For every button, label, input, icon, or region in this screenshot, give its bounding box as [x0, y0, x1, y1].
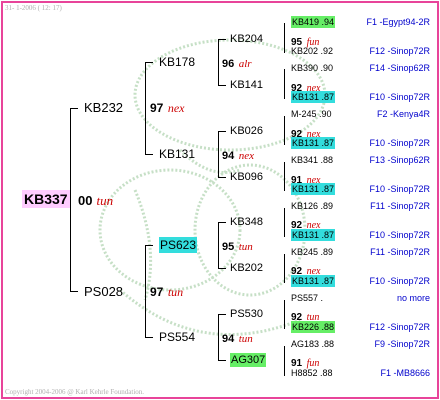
gen4-node[interactable]: KB419 .94 — [291, 16, 336, 28]
connector — [218, 39, 226, 40]
gen4-pedigree[interactable]: F10 -Sinop72R — [369, 139, 430, 148]
gen3-node[interactable]: KB026 — [230, 126, 263, 137]
gen2-info: 94 tun — [222, 333, 253, 345]
root-info: 00 tun — [78, 193, 113, 209]
connector — [218, 314, 219, 360]
gen2-node[interactable]: PS554 — [159, 331, 195, 343]
gen4-pedigree[interactable]: F10 -Sinop72R — [369, 277, 430, 286]
root-breeder: tun — [96, 193, 114, 208]
gen4-pedigree[interactable]: F14 -Sinop62R — [369, 64, 430, 73]
gen3-node[interactable]: KB348 — [230, 217, 263, 228]
connector — [284, 23, 285, 53]
connector — [284, 116, 285, 145]
connector — [145, 337, 153, 338]
footer-copyright: Copyright 2004-2006 @ Karl Kehrle Founda… — [5, 388, 145, 396]
gen2-info: 94 nex — [222, 150, 254, 162]
connector — [218, 85, 226, 86]
gen4-node[interactable]: KB341 .88 — [291, 156, 333, 165]
connector — [284, 346, 285, 376]
gen1-info: 97 nex — [150, 101, 185, 115]
connector — [145, 62, 146, 154]
gen4-pedigree[interactable]: F11 -Sinop72R — [370, 202, 430, 211]
gen4-node[interactable]: KB202 .92 — [291, 47, 333, 56]
gen4-node[interactable]: KB131 .87 — [291, 137, 336, 149]
gen4-pedigree[interactable]: F10 -Sinop72R — [369, 185, 430, 194]
connector — [284, 300, 285, 329]
gen4-node[interactable]: KB131 .87 — [291, 183, 336, 195]
connector — [145, 62, 153, 63]
gen4-node[interactable]: KB245 .89 — [291, 248, 333, 257]
gen4-node[interactable]: KB126 .89 — [291, 202, 333, 211]
connector — [218, 222, 219, 268]
gen4-pedigree[interactable]: F2 -Kenya4R — [377, 110, 430, 119]
connector — [218, 222, 226, 223]
gen2-node[interactable]: KB131 — [159, 148, 195, 160]
gen2-node[interactable]: PS623 — [159, 237, 198, 253]
gen3-node[interactable]: KB202 — [230, 263, 263, 274]
gen4-pedigree[interactable]: F9 -Sinop72R — [374, 340, 430, 349]
gen4-pedigree[interactable]: F1 -MB8666 — [380, 369, 430, 378]
connector — [70, 291, 78, 292]
gen1-node[interactable]: KB232 — [84, 101, 123, 114]
connector — [284, 254, 285, 283]
gen3-node[interactable]: KB204 — [230, 34, 263, 45]
gen4-node[interactable]: KB131 .87 — [291, 91, 336, 103]
connector — [70, 108, 78, 109]
connector — [70, 108, 71, 291]
gen4-node[interactable]: M-245 .90 — [291, 110, 332, 119]
gen4-node[interactable]: KB131 .87 — [291, 275, 336, 287]
gen4-pedigree[interactable]: F11 -Sinop72R — [370, 248, 430, 257]
gen4-node[interactable]: AG183 .88 — [291, 340, 334, 349]
gen4-pedigree[interactable]: F10 -Sinop72R — [369, 93, 430, 102]
gen4-pedigree[interactable]: F12 -Sinop72R — [369, 323, 430, 332]
gen4-node[interactable]: PS557 . — [291, 294, 323, 303]
connector — [284, 69, 285, 99]
root-name: KB337 — [22, 190, 70, 208]
connector — [145, 154, 153, 155]
connector — [218, 39, 219, 85]
gen4-pedigree[interactable]: F1 -Egypt94-2R — [366, 18, 430, 27]
connector — [284, 162, 285, 191]
pedigree-chart: 31- 1-2006 ( 12: 17) Copyright 2004-2006… — [0, 0, 440, 400]
gen4-pedigree[interactable]: no more — [397, 294, 430, 303]
gen2-info: 95 tun — [222, 241, 253, 253]
connector — [218, 314, 226, 315]
gen3-node[interactable]: PS530 — [230, 309, 263, 320]
header-timestamp: 31- 1-2006 ( 12: 17) — [5, 4, 62, 12]
connector — [145, 245, 153, 246]
connector — [218, 177, 226, 178]
gen4-pedigree[interactable]: F10 -Sinop72R — [369, 231, 430, 240]
gen4-node[interactable]: KB131 .87 — [291, 229, 336, 241]
gen4-node[interactable]: KB390 .90 — [291, 64, 333, 73]
gen3-node[interactable]: AG307 — [230, 353, 267, 367]
connector — [284, 208, 285, 237]
root-year: 00 — [78, 193, 93, 208]
gen1-node[interactable]: PS028 — [84, 285, 123, 298]
gen2-node[interactable]: KB178 — [159, 56, 195, 68]
gen1-info: 97 tun — [150, 285, 184, 299]
gen3-node[interactable]: KB141 — [230, 80, 263, 91]
connector — [218, 268, 226, 269]
connector — [218, 131, 219, 177]
connector — [145, 245, 146, 337]
gen3-node[interactable]: KB096 — [230, 172, 263, 183]
gen4-pedigree[interactable]: F13 -Sinop62R — [369, 156, 430, 165]
connector — [218, 131, 226, 132]
gen2-info: 96 alr — [222, 58, 252, 70]
root-node[interactable]: KB337 — [22, 190, 70, 208]
gen4-pedigree[interactable]: F12 -Sinop72R — [369, 47, 430, 56]
connector — [218, 360, 226, 361]
gen4-node[interactable]: KB226 .88 — [291, 321, 336, 333]
gen4-node[interactable]: H8852 .88 — [291, 369, 333, 378]
